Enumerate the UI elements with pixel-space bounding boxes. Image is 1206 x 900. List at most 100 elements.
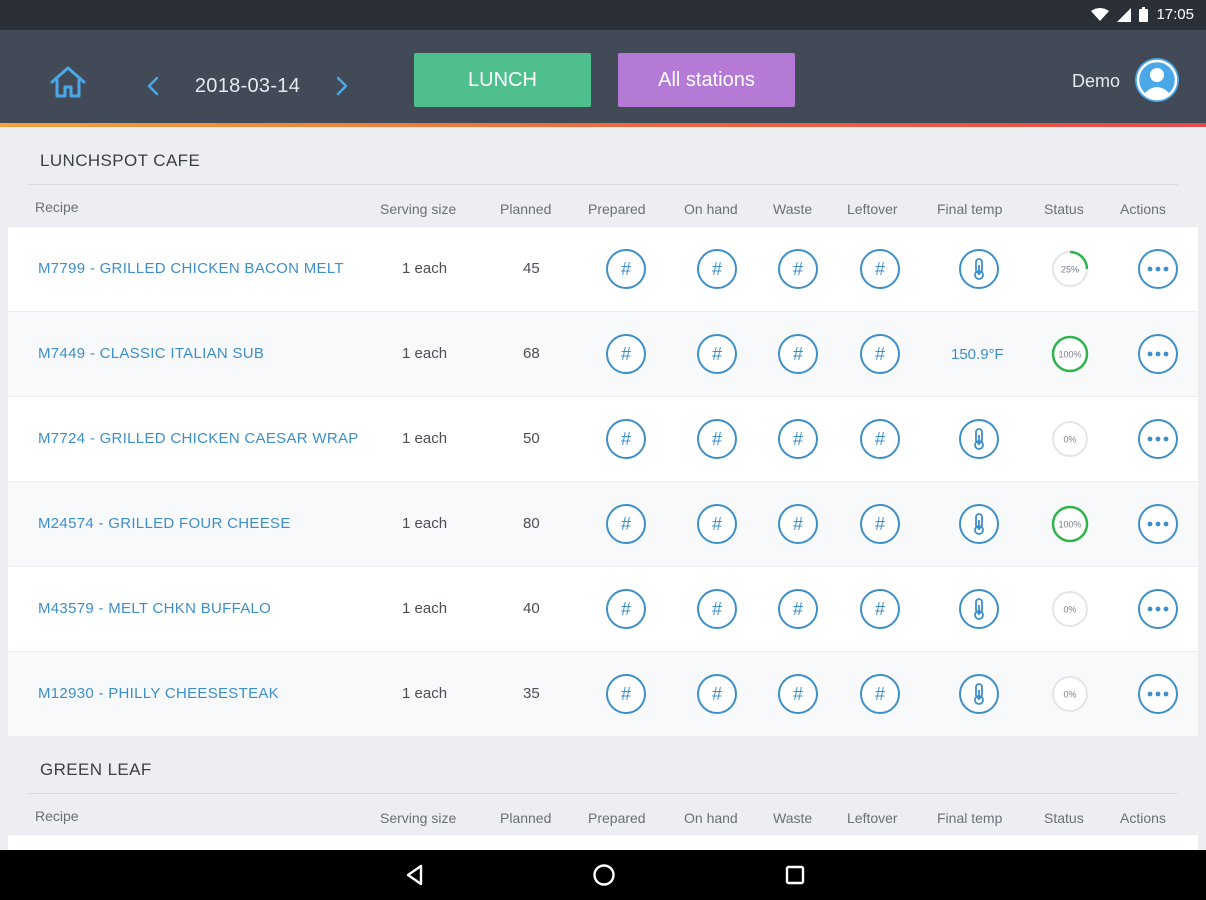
table-row: M7799 - GRILLED CHICKEN BACON MELT 1 eac…	[8, 227, 1198, 311]
final-temp-button[interactable]	[959, 589, 999, 629]
back-icon	[406, 864, 423, 886]
waste-input-button[interactable]: #	[778, 334, 818, 374]
leftover-input-button[interactable]: #	[860, 249, 900, 289]
section-divider	[28, 184, 1178, 185]
planned-count: 68	[523, 345, 540, 362]
col-status: Status	[1044, 810, 1084, 826]
circle-home-icon	[593, 864, 615, 886]
serving-size: 1 each	[402, 430, 448, 447]
chevron-left-icon	[147, 76, 159, 96]
thermometer-icon	[974, 258, 984, 280]
thermometer-icon	[974, 428, 984, 450]
system-status-bar: 17:05	[0, 0, 1206, 30]
leftover-input-button[interactable]: #	[860, 504, 900, 544]
serving-size: 1 each	[402, 685, 448, 702]
planned-count: 40	[523, 600, 540, 617]
status-percent: 100%	[1058, 520, 1081, 530]
section-title: LUNCHSPOT CAFE	[40, 151, 201, 170]
final-temp-button[interactable]	[959, 249, 999, 289]
recents-button[interactable]	[782, 862, 808, 888]
waste-input-button[interactable]: #	[778, 249, 818, 289]
on-hand-input-button[interactable]: #	[697, 504, 737, 544]
battery-icon	[1139, 7, 1149, 22]
thermometer-icon	[974, 598, 984, 620]
on-hand-input-button[interactable]: #	[697, 249, 737, 289]
table-row: M7724 - GRILLED CHICKEN CAESAR WRAP 1 ea…	[8, 397, 1198, 481]
recipe-link[interactable]: M7724 - GRILLED CHICKEN CAESAR WRAP	[38, 430, 359, 447]
on-hand-input-button[interactable]: #	[697, 419, 737, 459]
home-nav-button[interactable]	[591, 862, 617, 888]
col-waste: Waste	[773, 201, 813, 217]
user-name: Demo	[1071, 71, 1120, 91]
recipe-link[interactable]: M7449 - CLASSIC ITALIAN SUB	[38, 345, 264, 362]
signal-icon	[1117, 7, 1132, 22]
status-progress-ring: 0%	[1052, 591, 1088, 627]
user-icon	[1136, 59, 1178, 101]
recipe-link[interactable]: M43579 - MELT CHKN BUFFALO	[38, 600, 271, 617]
production-content: LUNCHSPOT CAFE Recipe Serving size Plann…	[0, 127, 1206, 850]
thermometer-icon	[974, 683, 984, 705]
leftover-input-button[interactable]: #	[860, 419, 900, 459]
next-date-button[interactable]	[324, 67, 360, 105]
waste-input-button[interactable]: #	[778, 419, 818, 459]
row-actions-button[interactable]	[1138, 334, 1178, 374]
row-actions-button[interactable]	[1138, 589, 1178, 629]
user-avatar[interactable]	[1135, 58, 1179, 102]
home-icon	[50, 66, 86, 98]
prepared-input-button[interactable]: #	[606, 674, 646, 714]
table-row	[8, 835, 1198, 850]
col-serving-size: Serving size	[380, 201, 457, 217]
leftover-input-button[interactable]: #	[860, 589, 900, 629]
row-actions-button[interactable]	[1138, 504, 1178, 544]
on-hand-input-button[interactable]: #	[697, 589, 737, 629]
planned-count: 45	[523, 260, 540, 277]
waste-input-button[interactable]: #	[778, 674, 818, 714]
status-progress-ring: 25%	[1051, 250, 1089, 288]
prepared-input-button[interactable]: #	[606, 419, 646, 459]
current-date[interactable]: 2018-03-14	[195, 75, 300, 98]
status-progress-ring: 100%	[1051, 505, 1089, 543]
on-hand-input-button[interactable]: #	[697, 334, 737, 374]
more-icon	[1147, 436, 1169, 442]
final-temp-value[interactable]: 150.9°F	[951, 346, 1004, 363]
on-hand-input-button[interactable]: #	[697, 674, 737, 714]
recipe-link[interactable]: M7799 - GRILLED CHICKEN BACON MELT	[38, 260, 344, 277]
table-row: M24574 - GRILLED FOUR CHEESE 1 each 80 #…	[8, 482, 1198, 566]
prepared-input-button[interactable]: #	[606, 249, 646, 289]
col-recipe: Recipe	[35, 808, 79, 824]
final-temp-button[interactable]	[959, 674, 999, 714]
leftover-input-button[interactable]: #	[860, 334, 900, 374]
final-temp-button[interactable]	[959, 504, 999, 544]
row-actions-button[interactable]	[1138, 249, 1178, 289]
recipe-link[interactable]: M24574 - GRILLED FOUR CHEESE	[38, 515, 291, 532]
chevron-right-icon	[336, 76, 348, 96]
system-navigation-bar	[0, 850, 1206, 900]
planned-count: 80	[523, 515, 540, 532]
clock: 17:05	[1156, 6, 1194, 23]
stations-filter-button[interactable]: All stations	[618, 53, 795, 107]
row-actions-button[interactable]	[1138, 674, 1178, 714]
status-percent: 0%	[1063, 435, 1076, 445]
row-actions-button[interactable]	[1138, 419, 1178, 459]
leftover-input-button[interactable]: #	[860, 674, 900, 714]
previous-date-button[interactable]	[135, 67, 171, 105]
home-button[interactable]	[48, 62, 88, 102]
col-status: Status	[1044, 201, 1084, 217]
waste-input-button[interactable]: #	[778, 589, 818, 629]
col-on-hand: On hand	[684, 201, 738, 217]
status-progress-ring: 0%	[1052, 421, 1088, 457]
prepared-input-button[interactable]: #	[606, 334, 646, 374]
status-progress-ring: 100%	[1051, 335, 1089, 373]
waste-input-button[interactable]: #	[778, 504, 818, 544]
recipe-link[interactable]: M12930 - PHILLY CHEESESTEAK	[38, 685, 279, 702]
meal-period-button[interactable]: LUNCH	[414, 53, 591, 107]
more-icon	[1147, 351, 1169, 357]
prepared-input-button[interactable]: #	[606, 589, 646, 629]
col-prepared: Prepared	[588, 201, 646, 217]
back-button[interactable]	[402, 862, 428, 888]
status-percent: 0%	[1063, 605, 1076, 615]
table-row: M43579 - MELT CHKN BUFFALO 1 each 40 # #…	[8, 567, 1198, 651]
final-temp-button[interactable]	[959, 419, 999, 459]
table-row: M7449 - CLASSIC ITALIAN SUB 1 each 68 # …	[8, 312, 1198, 396]
prepared-input-button[interactable]: #	[606, 504, 646, 544]
